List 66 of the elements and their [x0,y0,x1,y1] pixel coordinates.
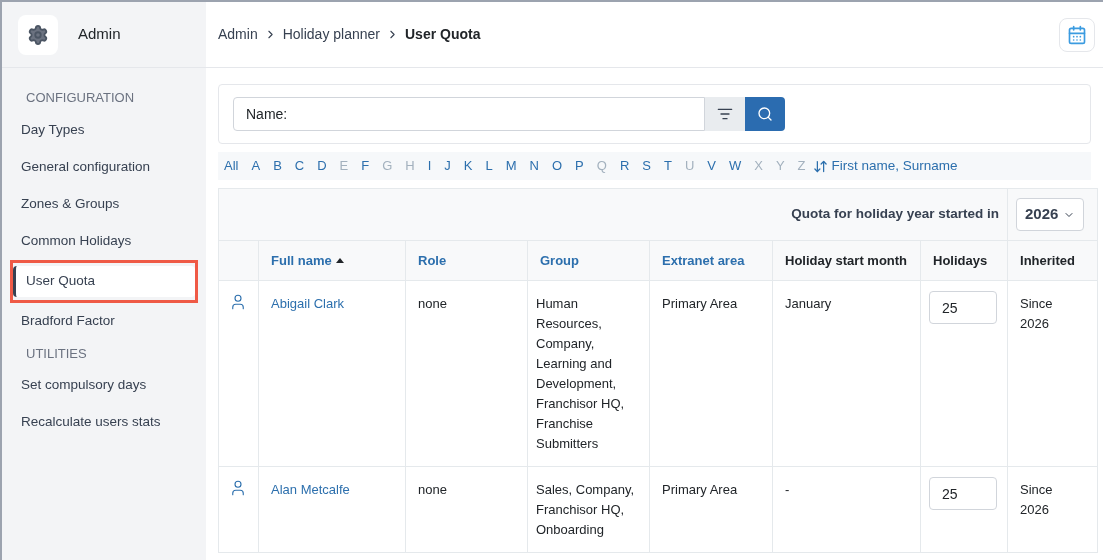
calendar-icon [1067,24,1087,45]
letter-filter[interactable]: R [619,156,630,176]
user-icon [229,293,247,311]
letter-filter[interactable]: D [317,156,327,176]
letter-filter[interactable]: J [444,156,451,176]
column-header: Holiday start month [785,252,908,268]
table-cell: Since 2026 [1020,296,1053,331]
column-header: Holidays [933,252,988,268]
letter-filter[interactable]: C [294,156,305,176]
sidebar-item[interactable]: Day Types [13,114,195,146]
table-cell: none [418,296,447,311]
section-heading: CONFIGURATION [25,89,136,107]
sidebar-item[interactable]: General configuration [13,151,195,183]
breadcrumb-link[interactable]: Holiday planner [282,24,380,45]
filter-button[interactable] [705,97,745,131]
user-name-link[interactable]: Abigail Clark [271,294,344,314]
letter-filter[interactable]: B [273,156,282,176]
sidebar-title: Admin [78,24,121,45]
sidebar-item[interactable]: User Quota [13,265,195,297]
table-cell: none [418,482,447,497]
letter-filter[interactable]: W [729,156,742,176]
search-button[interactable] [745,97,785,131]
column-header: Inherited [1020,252,1075,268]
search-field[interactable]: Name: [233,97,705,131]
user-icon [229,479,247,497]
letter-filter[interactable]: A [251,156,261,176]
table-cell: Since 2026 [1020,482,1053,517]
year-select[interactable]: 2026 [1016,198,1084,231]
table-cell: Primary Area [662,296,738,311]
letter-filter[interactable]: O [552,156,563,176]
sidebar-item[interactable]: Bradford Factor [13,305,195,337]
sort-link[interactable]: First name, Surname [831,155,958,177]
letter-filter[interactable]: All [224,156,239,176]
column-header-link[interactable]: Role [418,250,447,271]
search-icon [757,106,773,122]
calendar-button[interactable] [1059,17,1095,52]
table-cell: Human Resources, Company, Learning and Development, Franchisor HQ, Franchise Submitters [536,296,625,451]
quota-label: Quota for holiday year started in [791,206,999,222]
breadcrumb-link[interactable]: Admin [218,24,258,45]
table-cell: Primary Area [662,482,738,497]
table-cell: January [785,296,832,311]
letter-filter[interactable]: V [707,156,716,176]
letter-filter[interactable]: T [663,156,672,176]
sidebar-item[interactable]: Zones & Groups [13,188,195,220]
letter-filter[interactable]: N [529,156,539,176]
sidebar-item[interactable]: Set compulsory days [13,370,195,401]
sort-icon [812,158,828,174]
letter-filter[interactable]: M [505,156,517,176]
letter-filter[interactable]: S [642,156,651,176]
sidebar-item[interactable]: Common Holidays [13,225,195,257]
letter-filter[interactable]: I [427,156,432,176]
letter-filter[interactable]: L [485,156,493,176]
filter-icon [717,106,733,122]
settings-icon [18,14,58,55]
breadcrumb-current: User Quota [405,25,481,44]
letter-filter[interactable]: K [463,156,473,176]
sidebar-item[interactable]: Recalculate users stats [13,407,195,438]
holidays-field[interactable]: 25 [929,477,997,510]
section-heading: UTILITIES [25,344,88,363]
user-name-link[interactable]: Alan Metcalfe [271,480,350,500]
table-cell: Sales, Company, Franchisor HQ, Onboarding [536,482,635,537]
column-header-link[interactable]: Group [540,250,579,271]
letter-filter[interactable]: P [575,156,584,176]
letter-filter[interactable]: F [361,156,370,176]
table-cell: - [785,482,790,497]
holidays-field[interactable]: 25 [929,291,997,324]
